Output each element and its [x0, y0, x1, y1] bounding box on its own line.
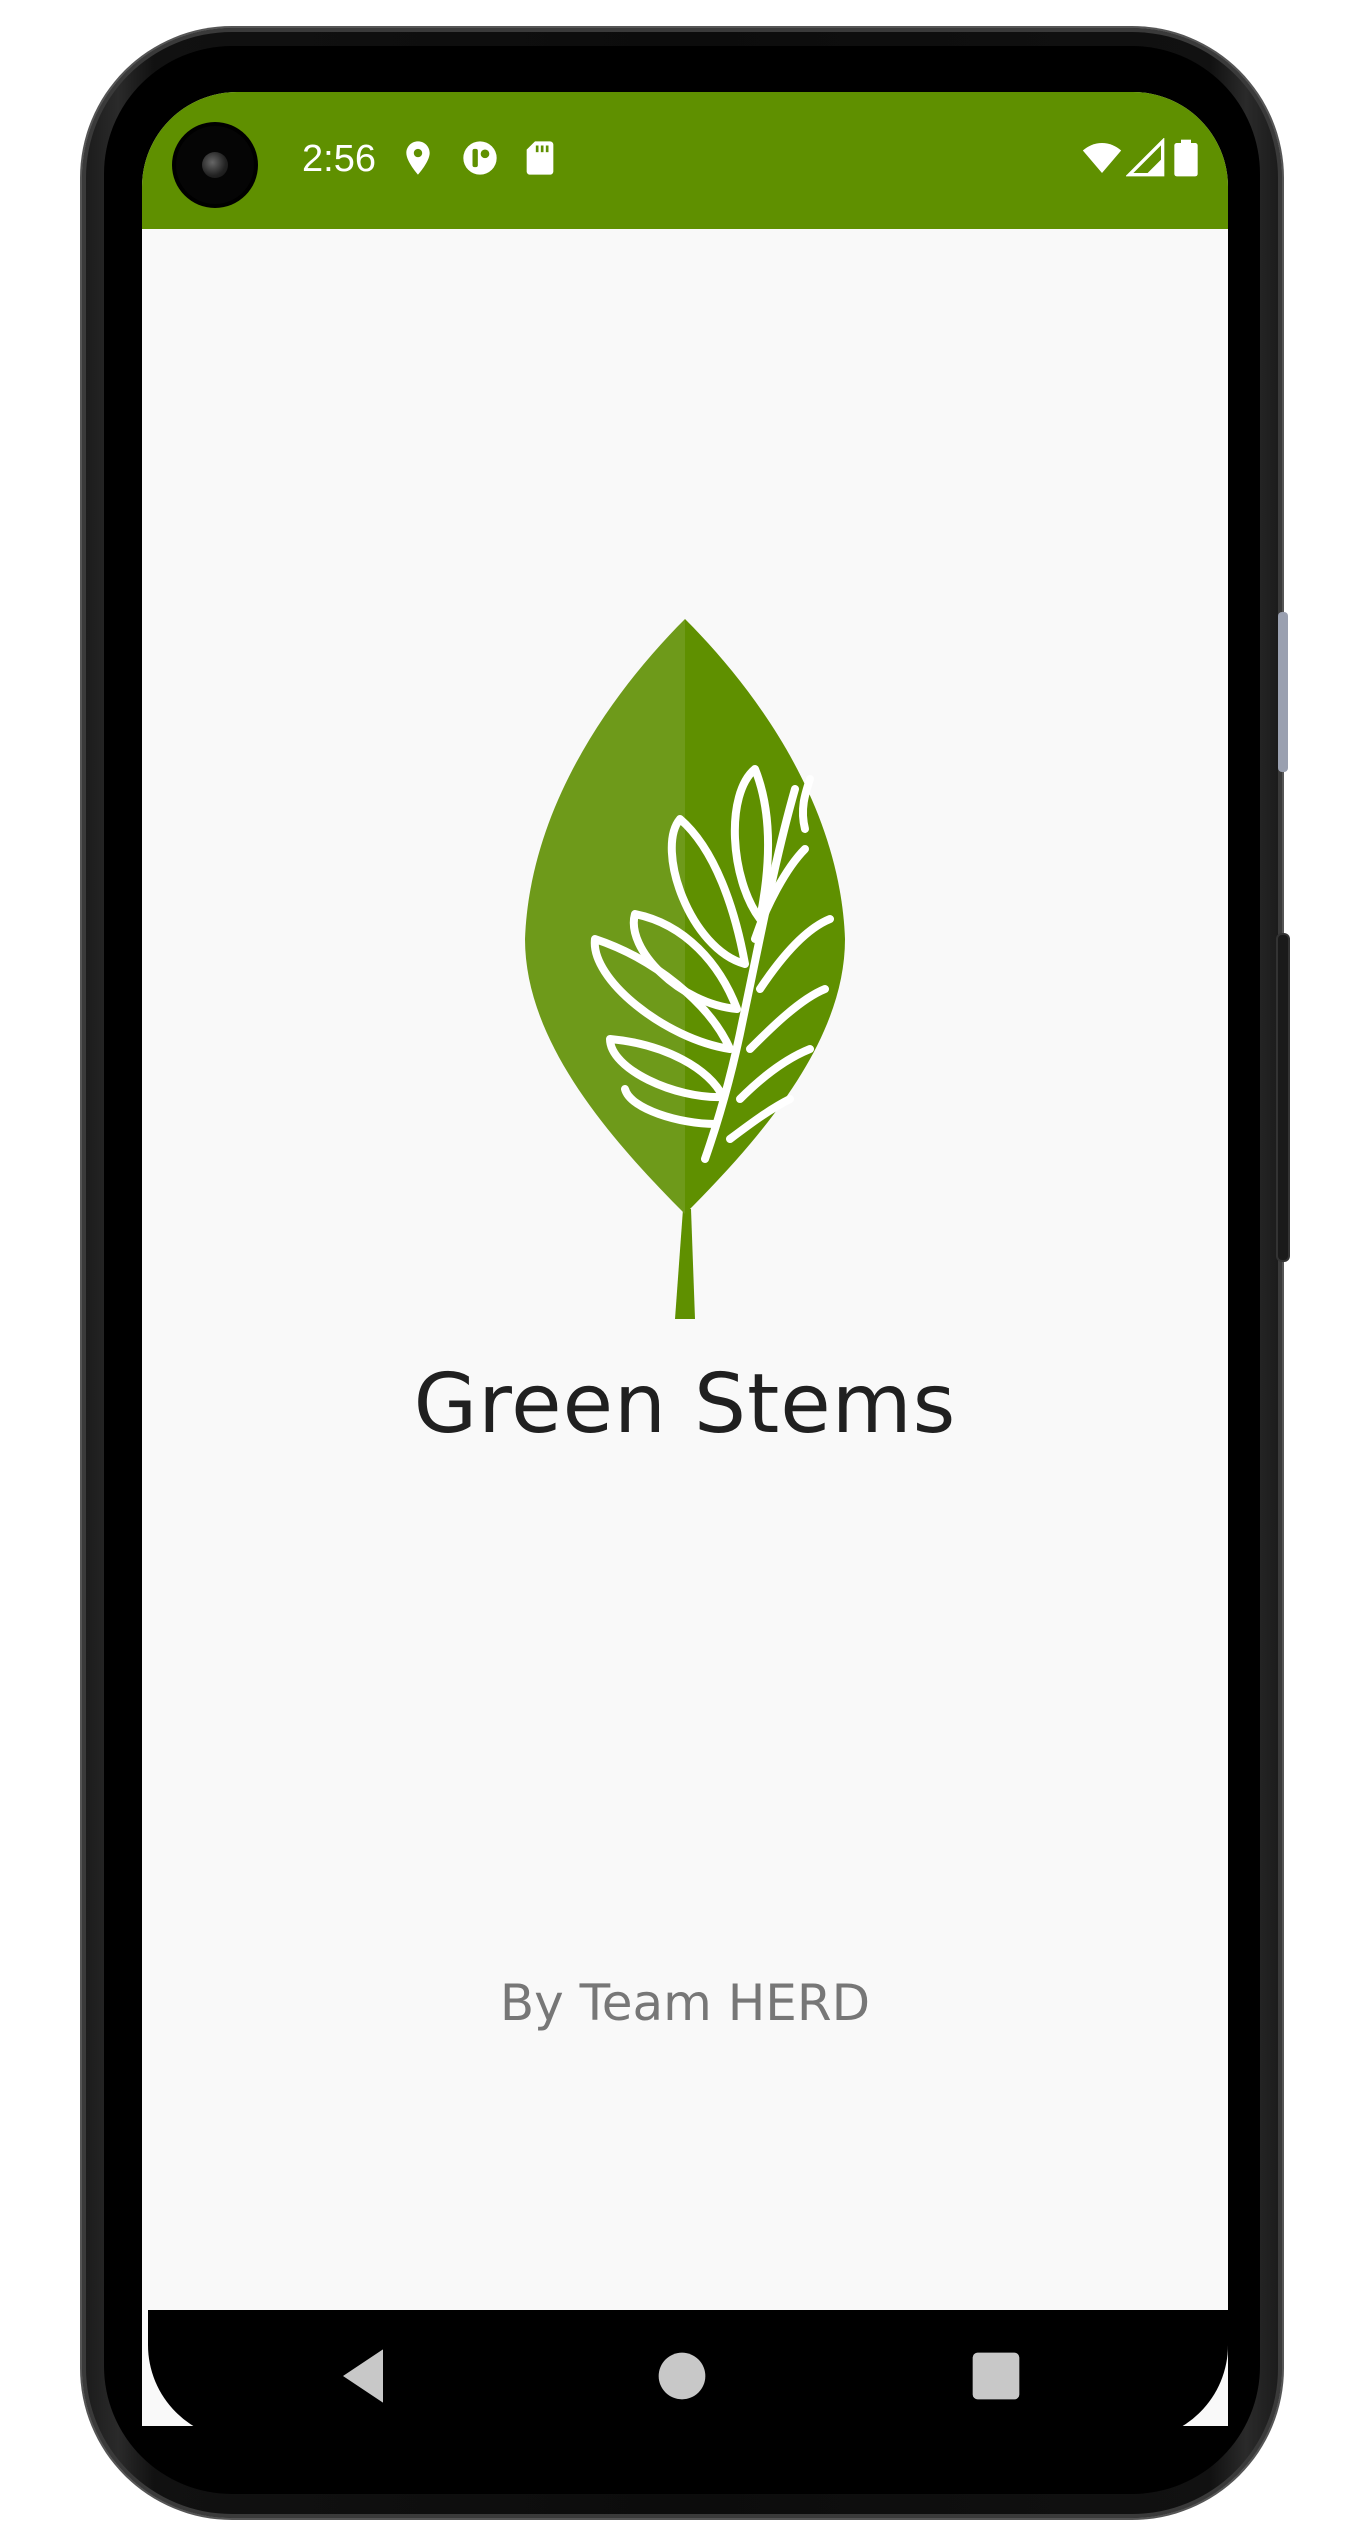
location-icon — [406, 141, 430, 175]
navigation-bar — [148, 2310, 1228, 2440]
status-time: 2:56 — [302, 138, 376, 180]
home-icon[interactable] — [642, 2336, 722, 2416]
status-bar: 2:56 — [142, 92, 1228, 229]
cellular-signal-icon — [1126, 138, 1165, 177]
battery-icon — [1174, 139, 1198, 177]
device-mockup: 2:56 Green Stems By Team HERD — [0, 0, 1370, 2534]
back-icon[interactable] — [323, 2336, 403, 2416]
app-title: Green Stems — [413, 1357, 957, 1452]
splash-screen: Green Stems By Team HERD — [142, 229, 1228, 2426]
recents-icon[interactable] — [956, 2336, 1036, 2416]
data-saver-icon — [463, 141, 497, 175]
app-credit: By Team HERD — [499, 1974, 871, 2032]
wifi-icon — [1082, 143, 1122, 173]
leaf-logo-icon — [525, 619, 845, 1319]
front-camera — [176, 126, 254, 204]
power-button — [1278, 935, 1288, 1260]
screen: 2:56 Green Stems By Team HERD — [142, 92, 1228, 2426]
sd-card-icon — [526, 141, 554, 175]
volume-button — [1278, 612, 1288, 772]
